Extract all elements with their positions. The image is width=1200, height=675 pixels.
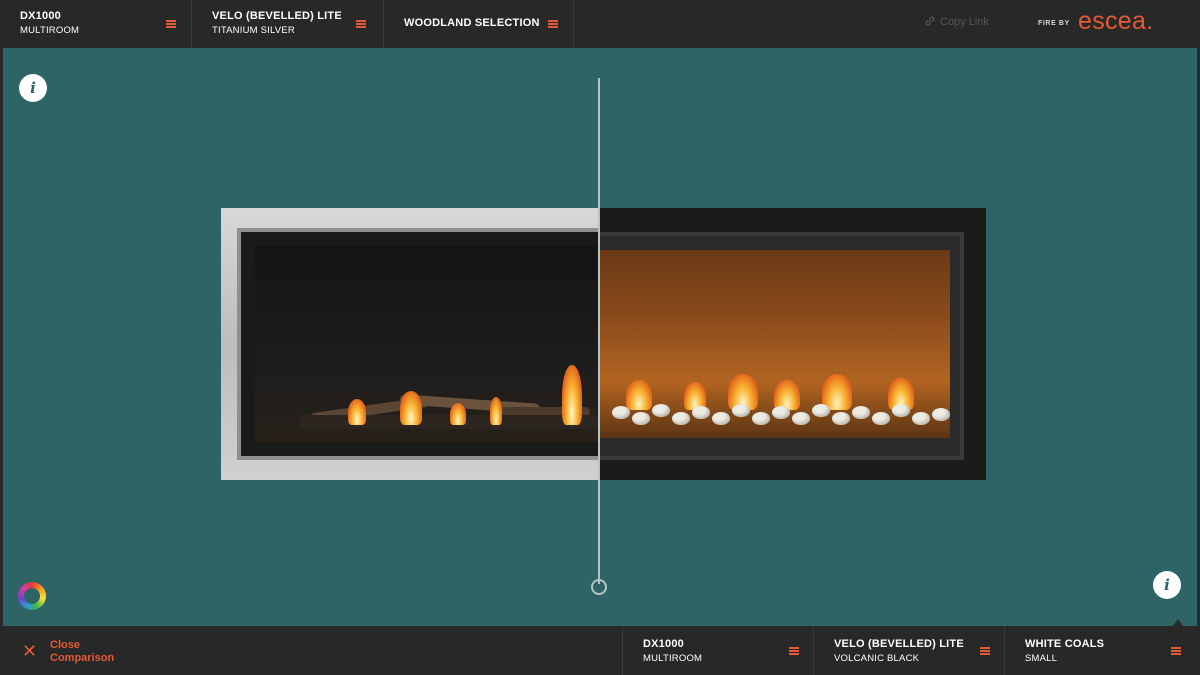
fascia-title: VELO (BEVELLED) LITE [834,638,964,650]
top-bar: DX1000 MULTIROOM VELO (BEVELLED) LITE TI… [0,0,1200,48]
active-indicator-bottom [1173,619,1183,626]
model-subtitle: MULTIROOM [643,653,703,664]
copy-link-label: Copy Link [940,16,989,28]
close-icon: ✕ [22,641,38,661]
top-fascia-selector[interactable]: VELO (BEVELLED) LITE TITANIUM SILVER [192,0,384,48]
fireplace-right-volcanic-black [599,208,986,480]
menu-icon [356,20,366,28]
color-wheel-icon[interactable] [18,582,46,610]
split-divider[interactable] [598,78,600,584]
top-model-selector[interactable]: DX1000 MULTIROOM [0,0,192,48]
top-fuel-bed-selector[interactable]: WOODLAND SELECTION [384,0,574,48]
brand-prefix: FIRE BY [1038,20,1070,27]
copy-link-button[interactable]: Copy Link [924,15,989,28]
menu-icon [548,20,558,28]
link-icon [925,16,935,26]
menu-icon [166,20,176,28]
menu-icon [1171,647,1181,655]
escea-logo: escea. [1078,7,1154,35]
bottom-fuel-bed-selector[interactable]: WHITE COALS SMALL [1005,626,1200,675]
white-coals [602,368,954,432]
model-title: DX1000 [643,638,684,650]
split-handle-icon[interactable] [591,579,607,595]
fascia-subtitle: VOLCANIC BLACK [834,653,920,664]
fireplace-left-titanium-silver [221,208,599,480]
woodland-logs [300,365,630,429]
menu-icon [980,647,990,655]
bottom-bar: ✕ Close Comparison DX1000 MULTIROOM VELO… [0,626,1200,675]
bottom-fascia-selector[interactable]: VELO (BEVELLED) LITE VOLCANIC BLACK [814,626,1005,675]
close-comparison-label: Close Comparison [50,639,115,664]
menu-icon [789,647,799,655]
info-icon[interactable]: i [19,74,47,102]
bottom-model-selector[interactable]: DX1000 MULTIROOM [622,626,814,675]
info-icon[interactable]: i [1153,571,1181,599]
